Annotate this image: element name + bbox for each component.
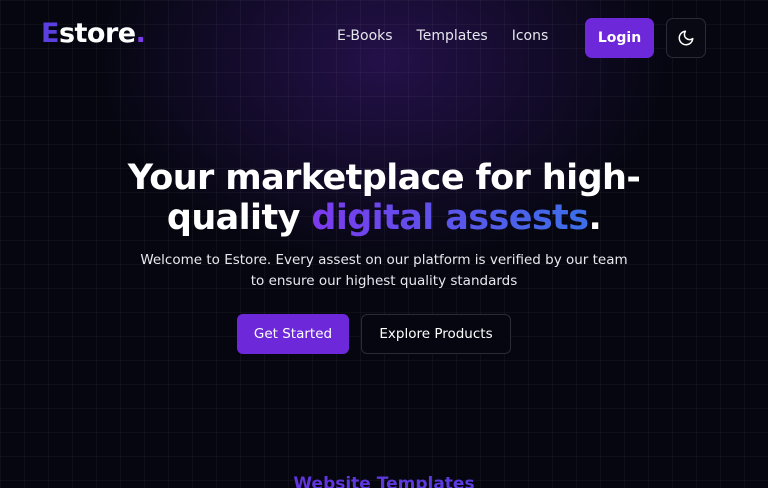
nav-item-icons[interactable]: Icons bbox=[512, 28, 549, 44]
main-nav: E-Books Templates Icons bbox=[337, 28, 548, 44]
get-started-button[interactable]: Get Started bbox=[237, 314, 349, 354]
nav-item-ebooks[interactable]: E-Books bbox=[337, 28, 393, 44]
hero-title-period: . bbox=[588, 198, 602, 238]
hero-title: Your marketplace for high- quality digit… bbox=[84, 158, 684, 238]
hero-subtitle: Welcome to Estore. Every assest on our p… bbox=[140, 252, 628, 289]
page: Estore. E-Books Templates Icons Login Yo… bbox=[0, 0, 768, 488]
nav-item-templates[interactable]: Templates bbox=[417, 28, 488, 44]
hero-title-line2: quality bbox=[166, 198, 312, 238]
moon-icon bbox=[678, 30, 694, 46]
hero-title-highlight: digital assests bbox=[311, 198, 589, 238]
brand-logo[interactable]: Estore. bbox=[41, 18, 146, 49]
login-button[interactable]: Login bbox=[585, 18, 654, 58]
section-heading: Website Templates bbox=[0, 474, 768, 488]
brand-logo-dot: . bbox=[135, 18, 146, 49]
hero-title-line1: Your marketplace for high- bbox=[127, 158, 641, 198]
theme-toggle-button[interactable] bbox=[666, 18, 706, 58]
brand-logo-initial: E bbox=[41, 18, 59, 49]
explore-products-button[interactable]: Explore Products bbox=[361, 314, 511, 354]
brand-logo-text: store bbox=[58, 18, 136, 49]
site-header: Estore. E-Books Templates Icons Login bbox=[0, 0, 768, 76]
